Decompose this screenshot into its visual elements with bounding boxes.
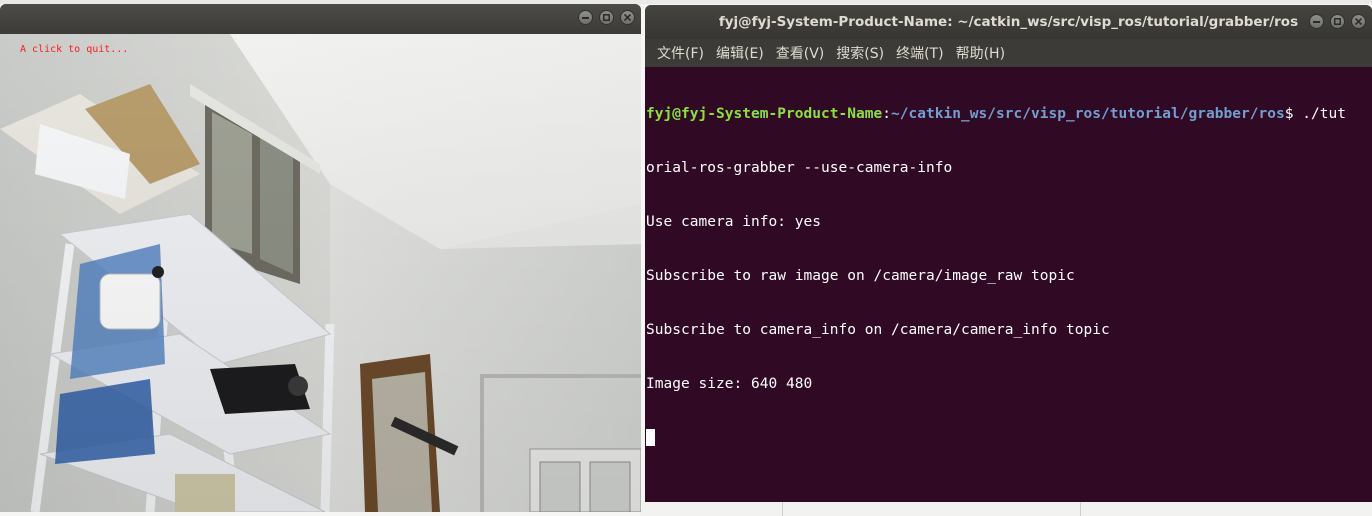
menu-help[interactable]: 帮助(H) bbox=[950, 43, 1011, 63]
window-title: fyj@fyj-System-Product-Name: ~/catkin_ws… bbox=[718, 14, 1299, 30]
terminal-titlebar[interactable]: fyj@fyj-System-Product-Name: ~/catkin_ws… bbox=[645, 5, 1372, 39]
quit-hint-text: A click to quit... bbox=[20, 44, 129, 55]
minimize-icon[interactable] bbox=[578, 10, 593, 25]
output-line: Subscribe to raw image on /camera/image_… bbox=[646, 268, 1075, 284]
camera-frame-illustration bbox=[0, 34, 641, 512]
minimize-icon[interactable] bbox=[1309, 14, 1324, 29]
terminal-window[interactable]: fyj@fyj-System-Product-Name: ~/catkin_ws… bbox=[645, 5, 1372, 502]
prompt-path: ~/catkin_ws/src/visp_ros/tutorial/grabbe… bbox=[891, 106, 1285, 122]
command-continuation: orial-ros-grabber --use-camera-info bbox=[646, 160, 953, 176]
image-viewer-window[interactable]: A click to quit... bbox=[0, 4, 641, 512]
menu-search[interactable]: 搜索(S) bbox=[830, 43, 890, 63]
maximize-icon[interactable] bbox=[1330, 14, 1345, 29]
output-line: Image size: 640 480 bbox=[646, 376, 813, 392]
menu-bar: 文件(F) 编辑(E) 查看(V) 搜索(S) 终端(T) 帮助(H) bbox=[645, 39, 1372, 67]
viewer-titlebar[interactable] bbox=[0, 4, 641, 34]
menu-terminal[interactable]: 终端(T) bbox=[890, 43, 949, 63]
cursor-line bbox=[646, 429, 1372, 447]
menu-file[interactable]: 文件(F) bbox=[651, 43, 710, 63]
command-text: $ ./tut bbox=[1284, 106, 1346, 122]
maximize-icon[interactable] bbox=[599, 10, 614, 25]
prompt-line: fyj@fyj-System-Product-Name:~/catkin_ws/… bbox=[646, 105, 1372, 123]
menu-edit[interactable]: 编辑(E) bbox=[710, 43, 770, 63]
output-line: Use camera info: yes bbox=[646, 214, 821, 230]
prompt-user: fyj@fyj-System-Product-Name bbox=[646, 106, 883, 122]
close-icon[interactable] bbox=[1351, 14, 1366, 29]
text-cursor bbox=[646, 429, 655, 446]
background-window-remnant bbox=[640, 500, 1372, 516]
terminal-output[interactable]: fyj@fyj-System-Product-Name:~/catkin_ws/… bbox=[646, 69, 1372, 502]
close-icon[interactable] bbox=[620, 10, 635, 25]
camera-image[interactable]: A click to quit... bbox=[0, 34, 641, 512]
menu-view[interactable]: 查看(V) bbox=[770, 43, 831, 63]
prompt-separator: : bbox=[882, 106, 891, 122]
output-line: Subscribe to camera_info on /camera/came… bbox=[646, 322, 1110, 338]
